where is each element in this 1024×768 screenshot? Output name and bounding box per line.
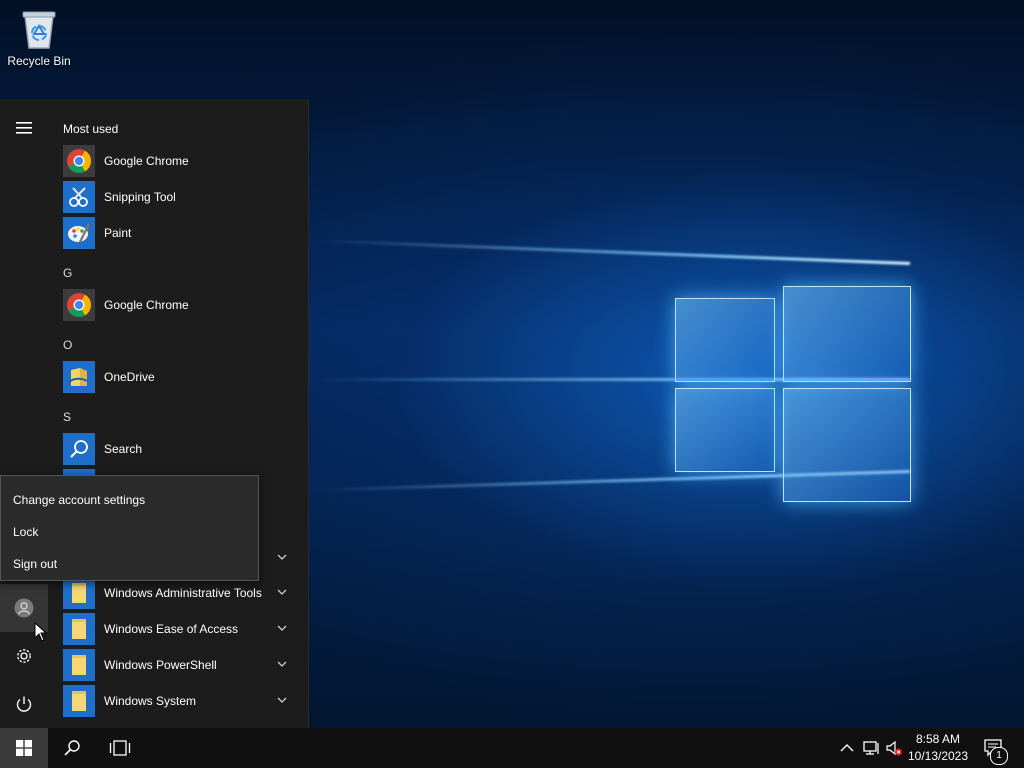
- taskbar: 8:58 AM 10/13/2023 1: [0, 728, 1024, 768]
- account-flyout: Change account settings Lock Sign out: [0, 475, 259, 581]
- power-icon: [16, 696, 32, 712]
- task-view-button[interactable]: [96, 728, 144, 768]
- wallpaper-beam: [310, 238, 911, 265]
- app-label: Windows System: [104, 694, 197, 708]
- notification-count-badge: 1: [990, 747, 1008, 765]
- clock-date: 10/13/2023: [907, 749, 969, 763]
- action-center-button[interactable]: 1: [970, 728, 1018, 768]
- expand-menu-button[interactable]: [0, 104, 48, 152]
- app-label: Windows Ease of Access: [104, 622, 239, 636]
- folder-item-windows-ease-of-access[interactable]: Windows Ease of Access: [63, 611, 308, 647]
- app-label: OneDrive: [104, 370, 155, 384]
- lock-item[interactable]: Lock: [13, 525, 38, 539]
- app-label: Windows PowerShell: [104, 658, 217, 672]
- app-label: Google Chrome: [104, 298, 189, 312]
- onedrive-icon: [63, 361, 95, 393]
- clock[interactable]: 8:58 AM 10/13/2023: [904, 731, 972, 765]
- app-label: Google Chrome: [104, 154, 189, 168]
- folder-item-windows-system[interactable]: Windows System: [63, 683, 308, 719]
- taskbar-search-button[interactable]: [48, 728, 96, 768]
- folder-icon: [63, 577, 95, 609]
- chevron-down-icon: [277, 625, 287, 631]
- app-item-google-chrome[interactable]: Google Chrome: [63, 287, 308, 323]
- recycle-bin-shortcut[interactable]: Recycle Bin: [4, 6, 74, 68]
- chevron-down-icon: [277, 661, 287, 667]
- snipping-tool-icon: [63, 181, 95, 213]
- change-account-settings-item[interactable]: Change account settings: [13, 493, 145, 507]
- search-icon: [64, 740, 80, 756]
- power-button[interactable]: [0, 680, 48, 728]
- folder-icon: [63, 685, 95, 717]
- hamburger-icon: [16, 122, 32, 134]
- chevron-down-icon: [277, 697, 287, 703]
- network-icon[interactable]: [862, 739, 880, 757]
- search-icon: [63, 433, 95, 465]
- chevron-up-icon[interactable]: [838, 739, 856, 757]
- windows-start-icon: [16, 740, 32, 756]
- clock-time: 8:58 AM: [915, 732, 961, 746]
- app-label: Paint: [104, 226, 132, 240]
- chevron-down-icon: [277, 589, 287, 595]
- app-item-onedrive[interactable]: OneDrive: [63, 359, 308, 395]
- windows-logo-art: [675, 268, 915, 508]
- mouse-cursor-icon: [34, 622, 48, 642]
- folder-icon: [63, 613, 95, 645]
- app-item-google-chrome[interactable]: Google Chrome: [63, 143, 308, 179]
- app-item-snipping-tool[interactable]: Snipping Tool: [63, 179, 308, 215]
- volume-muted-icon[interactable]: [885, 739, 903, 757]
- collapsed-folder-chevron[interactable]: [276, 550, 288, 562]
- most-used-heading: Most used: [63, 122, 119, 136]
- app-list: Most used Google Chrome Snipping Tool Pa…: [48, 99, 308, 728]
- chrome-icon: [63, 289, 95, 321]
- app-item-search[interactable]: Search: [63, 431, 308, 467]
- paint-icon: [63, 217, 95, 249]
- app-label: Windows Administrative Tools: [104, 586, 262, 600]
- app-label: Snipping Tool: [104, 190, 176, 204]
- folder-item-windows-powershell[interactable]: Windows PowerShell: [63, 647, 308, 683]
- chrome-icon: [63, 145, 95, 177]
- gear-icon: [17, 649, 31, 663]
- group-letter-o[interactable]: O: [63, 338, 72, 352]
- folder-icon: [63, 649, 95, 681]
- group-letter-s[interactable]: S: [63, 410, 71, 424]
- app-item-paint[interactable]: Paint: [63, 215, 308, 251]
- task-view-icon: [109, 740, 131, 756]
- group-letter-g[interactable]: G: [63, 266, 72, 280]
- start-button[interactable]: [0, 728, 48, 768]
- app-label: Search: [104, 442, 143, 456]
- sign-out-item[interactable]: Sign out: [13, 557, 57, 571]
- recycle-bin-icon: [19, 6, 59, 50]
- recycle-bin-label: Recycle Bin: [7, 54, 71, 68]
- user-icon: [14, 598, 34, 618]
